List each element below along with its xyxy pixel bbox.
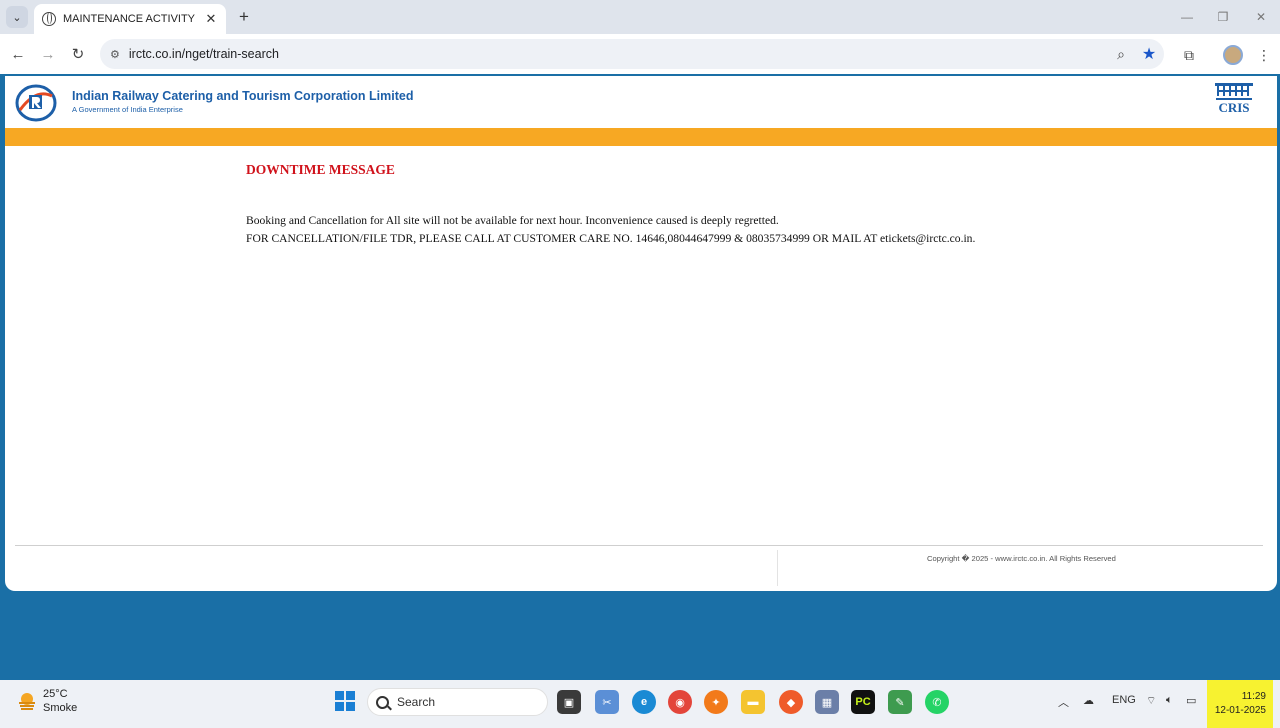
restore-button[interactable]: ❐	[1205, 6, 1241, 28]
file-explorer-icon[interactable]: ▬	[741, 690, 765, 714]
clock-time: 11:29	[1241, 691, 1266, 702]
footer-divider	[15, 545, 1263, 546]
battery-icon[interactable]: ▭	[1186, 694, 1196, 707]
task-view-icon[interactable]: ▣	[557, 690, 581, 714]
system-clock[interactable]: 11:29 12-01-2025	[1207, 680, 1273, 728]
search-label: Search	[397, 695, 436, 709]
search-icon	[376, 695, 389, 709]
window-close-button[interactable]: ✕	[1243, 6, 1279, 28]
clock-date: 12-01-2025	[1214, 705, 1266, 716]
weather-smoke-icon[interactable]	[17, 691, 37, 711]
calculator-icon[interactable]: ▦	[815, 690, 839, 714]
wifi-icon[interactable]: ⌔	[1146, 694, 1156, 708]
extensions-icon[interactable]: ⧉	[1177, 43, 1201, 67]
address-bar[interactable]: ⚙ irctc.co.in/nget/train-search ⌕ ★	[100, 39, 1164, 69]
org-name: Indian Railway Catering and Tourism Corp…	[72, 89, 414, 103]
weather-condition[interactable]: Smoke	[43, 702, 77, 714]
downtime-message-line: Booking and Cancellation for All site wi…	[246, 214, 779, 227]
profile-avatar[interactable]	[1221, 43, 1245, 67]
edge-browser-icon[interactable]: e	[632, 690, 656, 714]
chrome-browser-icon[interactable]: ◉	[668, 690, 692, 714]
reload-icon[interactable]: ↻	[67, 43, 89, 65]
footer-separator	[777, 550, 778, 586]
snipping-tool-icon[interactable]: ✂	[595, 690, 619, 714]
notepad-icon[interactable]: ✎	[888, 690, 912, 714]
tab-search-chevron-icon[interactable]: ⌄	[6, 6, 28, 28]
url-text[interactable]: irctc.co.in/nget/train-search	[129, 47, 1108, 61]
web-page: Indian Railway Catering and Tourism Corp…	[5, 76, 1277, 591]
cris-logo: CRIS	[1215, 83, 1253, 114]
site-header: Indian Railway Catering and Tourism Corp…	[5, 76, 1277, 128]
taskbar: 25°C Smoke Search ▣ ✂ e ◉ ✦ ▬ ◆ ▦ PC ✎ ✆…	[0, 680, 1280, 728]
tab-active[interactable]: MAINTENANCE ACTIVITY ✕	[34, 4, 226, 34]
weather-temperature[interactable]: 25°C	[43, 688, 68, 700]
zoom-icon[interactable]: ⌕	[1108, 41, 1134, 67]
show-hidden-icons-chevron-icon[interactable]: ︿	[1058, 694, 1069, 710]
site-info-icon[interactable]: ⚙	[110, 48, 120, 61]
downtime-title: DOWNTIME MESSAGE	[246, 162, 395, 177]
language-indicator[interactable]: ENG	[1112, 694, 1136, 706]
onedrive-cloud-icon[interactable]: ☁	[1083, 694, 1094, 707]
forward-arrow-icon[interactable]: →	[37, 43, 59, 65]
header-accent-bar	[5, 128, 1277, 146]
svg-text:CRIS: CRIS	[1218, 100, 1249, 114]
pycharm-icon[interactable]: PC	[851, 690, 875, 714]
new-tab-button[interactable]: +	[234, 7, 254, 27]
back-arrow-icon[interactable]: ←	[7, 43, 29, 65]
start-windows-icon[interactable]	[335, 691, 355, 711]
close-icon[interactable]: ✕	[202, 10, 220, 28]
bookmark-star-icon[interactable]: ★	[1136, 41, 1162, 67]
globe-icon	[42, 12, 56, 26]
taskbar-search[interactable]: Search	[367, 688, 548, 716]
browser-toolbar: ← → ↻ ⚙ irctc.co.in/nget/train-search ⌕ …	[0, 34, 1280, 74]
brave-browser-icon[interactable]: ◆	[779, 690, 803, 714]
org-subtitle: A Government of India Enterprise	[72, 105, 183, 114]
more-menu-icon[interactable]: ⋮	[1252, 43, 1276, 67]
volume-icon[interactable]: 🔈︎	[1166, 694, 1173, 707]
tab-strip: ⌄ MAINTENANCE ACTIVITY ✕ + — ❐ ✕	[0, 0, 1280, 34]
whatsapp-icon[interactable]: ✆	[925, 690, 949, 714]
customer-care-line: FOR CANCELLATION/FILE TDR, PLEASE CALL A…	[246, 232, 976, 245]
tab-title: MAINTENANCE ACTIVITY	[63, 13, 196, 25]
copyright-text: Copyright � 2025 - www.irctc.co.in. All …	[927, 554, 1116, 563]
minimize-button[interactable]: —	[1169, 6, 1205, 28]
firefox-browser-icon[interactable]: ✦	[704, 690, 728, 714]
irctc-logo[interactable]	[14, 82, 58, 122]
